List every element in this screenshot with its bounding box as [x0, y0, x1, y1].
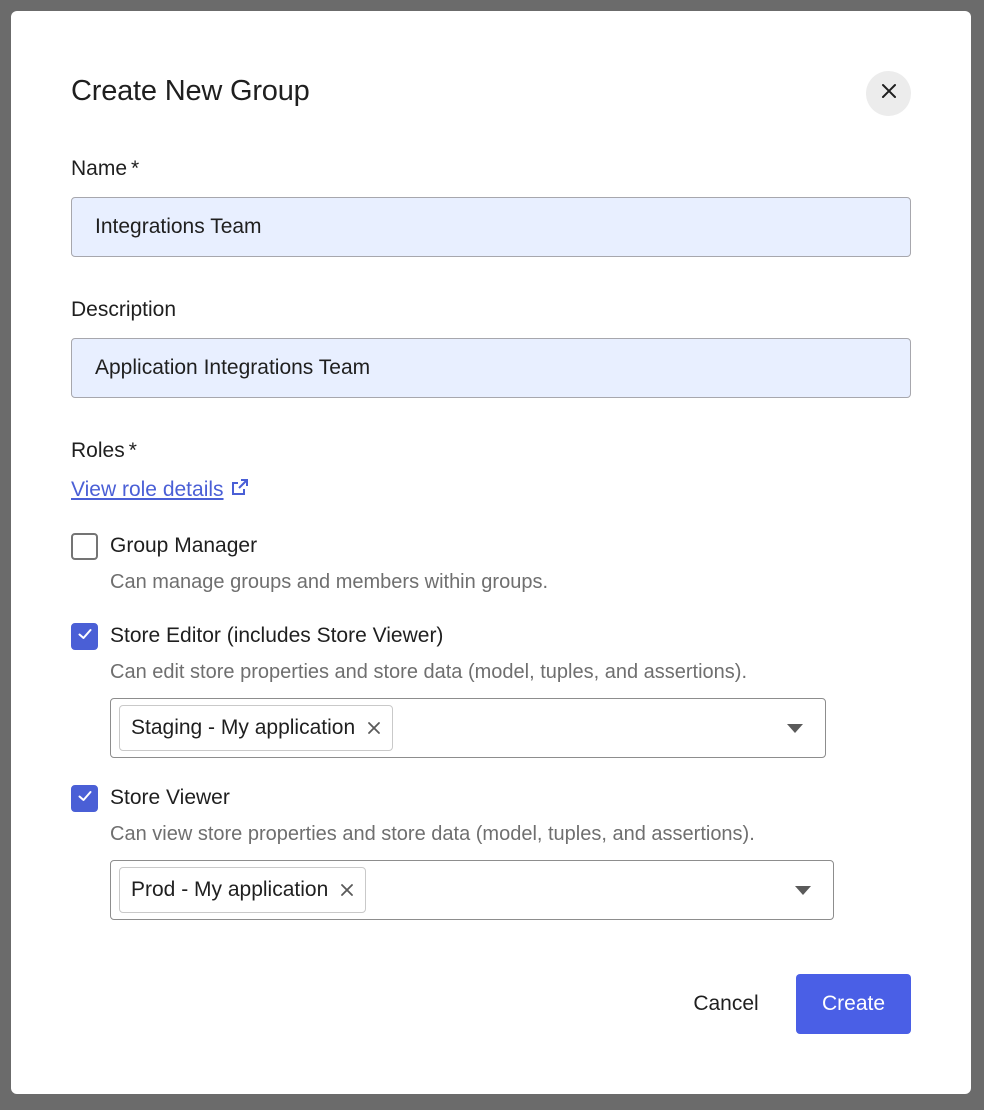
store-chip: Prod - My application — [119, 867, 367, 913]
close-icon — [881, 83, 897, 104]
store-editor-checkbox[interactable] — [71, 623, 98, 650]
store-chip: Staging - My application — [119, 705, 394, 751]
roles-label-text: Roles — [71, 439, 125, 462]
store-viewer-description: Can view store properties and store data… — [110, 823, 755, 845]
name-input[interactable] — [71, 197, 911, 257]
remove-icon[interactable] — [340, 883, 354, 897]
roles-label: Roles * — [71, 439, 137, 463]
group-manager-description: Can manage groups and members within gro… — [110, 571, 549, 593]
dialog-title: Create New Group — [71, 75, 310, 107]
close-button[interactable] — [866, 71, 911, 116]
name-label-text: Name — [71, 157, 128, 180]
store-viewer-store-select[interactable]: Prod - My application — [110, 860, 834, 920]
check-icon — [77, 626, 93, 647]
required-mark: * — [131, 157, 140, 180]
external-link-icon — [230, 477, 250, 503]
create-group-dialog: Create New Group Name* Description Roles… — [11, 11, 971, 1094]
view-role-details-text[interactable]: View role details — [71, 478, 224, 502]
store-chip-label: Staging - My application — [131, 716, 356, 739]
check-icon — [77, 788, 93, 809]
caret-down-icon[interactable] — [787, 724, 803, 733]
store-editor-description: Can edit store properties and store data… — [110, 661, 748, 683]
store-viewer-checkbox[interactable] — [71, 785, 98, 812]
view-role-details-link[interactable]: View role details — [71, 477, 250, 503]
create-button[interactable]: Create — [796, 974, 911, 1034]
caret-down-icon[interactable] — [795, 886, 811, 895]
store-editor-title: Store Editor (includes Store Viewer) — [110, 624, 444, 647]
group-manager-checkbox[interactable] — [71, 533, 98, 560]
required-mark: * — [128, 439, 137, 462]
store-editor-store-select[interactable]: Staging - My application — [110, 698, 826, 758]
description-label: Description — [71, 298, 177, 321]
cancel-button[interactable]: Cancel — [676, 974, 776, 1034]
remove-icon[interactable] — [367, 721, 381, 735]
name-label: Name * — [71, 157, 139, 181]
group-manager-title: Group Manager — [110, 534, 258, 557]
store-viewer-title: Store Viewer — [110, 786, 230, 809]
store-chip-label: Prod - My application — [131, 878, 329, 901]
description-input[interactable] — [71, 338, 911, 398]
